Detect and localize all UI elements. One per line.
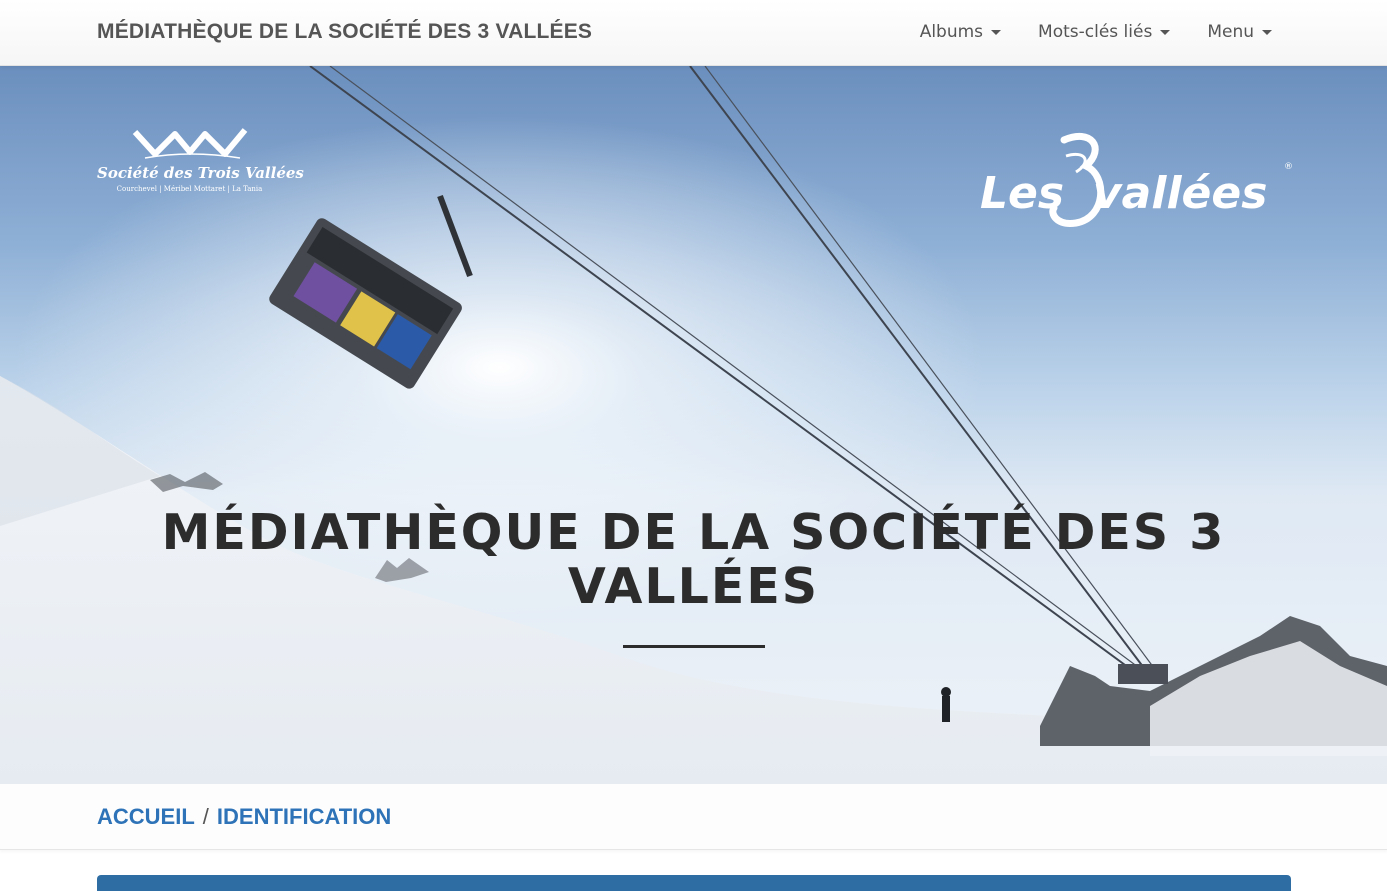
logo-left-name: Société des Trois Vallées — [97, 164, 304, 182]
caret-down-icon — [1262, 29, 1272, 35]
breadcrumb: ACCUEIL / IDENTIFICATION — [97, 804, 391, 830]
hero-divider — [623, 645, 765, 648]
nav-albums-dropdown[interactable]: Albums — [919, 22, 1002, 42]
nav-albums-label: Albums — [919, 22, 984, 42]
breadcrumb-bar: ACCUEIL / IDENTIFICATION — [0, 784, 1387, 850]
nav-keywords-label: Mots-clés liés — [1038, 22, 1153, 42]
societe-trois-vallees-logo: Société des Trois Vallées Courchevel | M… — [97, 124, 304, 193]
top-navbar: MÉDIATHÈQUE DE LA SOCIÉTÉ DES 3 VALLÉES … — [0, 0, 1387, 66]
brand-link[interactable]: MÉDIATHÈQUE DE LA SOCIÉTÉ DES 3 VALLÉES — [97, 20, 592, 44]
registered-mark: ® — [1284, 162, 1293, 172]
login-panel-header — [97, 875, 1291, 891]
hero-banner: Société des Trois Vallées Courchevel | M… — [0, 66, 1387, 784]
logo-right-word2: vallées — [1093, 168, 1268, 219]
breadcrumb-home-link[interactable]: ACCUEIL — [97, 804, 195, 830]
breadcrumb-current-link[interactable]: IDENTIFICATION — [217, 804, 391, 830]
nav-menu-dropdown[interactable]: Menu — [1207, 22, 1272, 42]
caret-down-icon — [991, 29, 1002, 35]
nav-menu-label: Menu — [1207, 22, 1254, 42]
nav-menu: Albums Mots-clés liés Menu — [920, 22, 1272, 42]
logo-left-sub: Courchevel | Méribel Mottaret | La Tania — [116, 185, 263, 193]
breadcrumb-separator: / — [202, 804, 209, 829]
caret-down-icon — [1160, 29, 1171, 35]
hero-title: MÉDIATHÈQUE DE LA SOCIÉTÉ DES 3 VALLÉES — [161, 504, 1226, 615]
logo-mountains-icon — [132, 128, 247, 159]
nav-keywords-dropdown[interactable]: Mots-clés liés — [1038, 22, 1171, 42]
les-3-vallees-logo: Les vallées ® — [978, 128, 1298, 258]
